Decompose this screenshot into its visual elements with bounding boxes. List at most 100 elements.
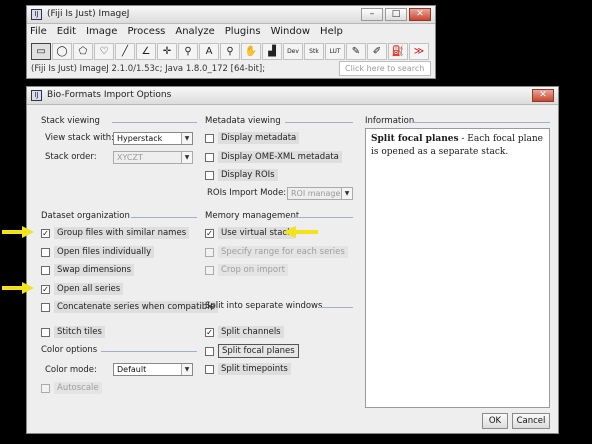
brush-tool[interactable]: ✐ (367, 43, 387, 60)
cancel-button[interactable]: Cancel (512, 413, 550, 429)
view-stack-with-select[interactable]: Hyperstack ▼ (113, 132, 193, 145)
search-input[interactable]: Click here to search (339, 61, 431, 76)
divider (319, 307, 353, 308)
dev-tool[interactable]: Dev (283, 43, 303, 60)
swap-dimensions-checkbox[interactable]: Swap dimensions (41, 264, 135, 276)
pencil-tool[interactable]: ✎ (346, 43, 366, 60)
bio-formats-dialog: IJ Bio-Formats Import Options ✕ Stack vi… (26, 86, 559, 434)
divider (131, 217, 197, 218)
crop-on-import-label: Crop on import (218, 264, 288, 276)
display-rois-checkbox[interactable]: Display ROIs (205, 169, 278, 181)
stitch-tiles-checkbox[interactable]: Stitch tiles (41, 326, 105, 338)
menu-file[interactable]: File (29, 26, 48, 37)
checkbox-unchecked (41, 247, 50, 257)
menu-process[interactable]: Process (126, 26, 166, 37)
autoscale-checkbox[interactable]: Autoscale (41, 382, 102, 394)
split-focal-planes-checkbox[interactable]: Split focal planes (205, 344, 299, 358)
line-tool[interactable]: ╱ (115, 43, 135, 60)
fiji-window-title: (Fiji Is Just) ImageJ (47, 9, 130, 19)
open-individually-label: Open files individually (54, 246, 155, 258)
checkbox-unchecked (205, 133, 214, 143)
chevron-down-icon: ▼ (181, 364, 192, 375)
wand-tool[interactable]: ⚲ (178, 43, 198, 60)
text-tool[interactable]: A (199, 43, 219, 60)
ok-button[interactable]: OK (482, 413, 508, 429)
view-stack-with-value: Hyperstack (117, 134, 163, 143)
fiji-titlebar[interactable]: IJ (Fiji Is Just) ImageJ – □ ✕ (27, 6, 435, 24)
point-tool[interactable]: ✛ (157, 43, 177, 60)
menu-window[interactable]: Window (270, 26, 311, 37)
group-files-checkbox[interactable]: ✓ Group files with similar names (41, 227, 190, 239)
minimize-icon[interactable]: – (361, 8, 383, 21)
open-all-series-checkbox[interactable]: ✓ Open all series (41, 283, 124, 295)
open-individually-checkbox[interactable]: Open files individually (41, 246, 155, 258)
crop-on-import-checkbox[interactable]: Crop on import (205, 264, 288, 276)
flood-fill-tool[interactable]: ⛽ (388, 43, 408, 60)
imagej-app-icon: IJ (31, 90, 42, 101)
annotation-arrow-open-all-series (2, 282, 34, 294)
annotation-arrow-group-files (2, 226, 34, 238)
chevron-down-icon: ▼ (341, 188, 352, 199)
split-channels-checkbox[interactable]: ✓ Split channels (205, 326, 284, 338)
split-timepoints-label: Split timepoints (218, 363, 291, 375)
freehand-tool[interactable]: ♡ (94, 43, 114, 60)
hand-tool[interactable]: ✋ (241, 43, 261, 60)
menu-edit[interactable]: Edit (56, 26, 77, 37)
checkbox-checked: ✓ (41, 284, 50, 294)
display-ome-xml-label: Display OME-XML metadata (218, 151, 342, 163)
divider (285, 122, 353, 123)
specify-range-checkbox[interactable]: Specify range for each series (205, 246, 348, 258)
fiji-status-text: (Fiji Is Just) ImageJ 2.1.0/1.53c; Java … (31, 64, 266, 74)
checkbox-checked: ✓ (41, 228, 50, 238)
checkbox-unchecked (41, 383, 50, 393)
display-ome-xml-checkbox[interactable]: Display OME-XML metadata (205, 151, 342, 163)
split-channels-label: Split channels (218, 326, 284, 338)
concatenate-series-checkbox[interactable]: Concatenate series when compatible (41, 301, 218, 313)
lut-tool[interactable]: LUT (325, 43, 345, 60)
polygon-tool[interactable]: ⬠ (73, 43, 93, 60)
information-panel: Split focal planes - Each focal plane is… (365, 128, 550, 408)
open-all-series-label: Open all series (54, 283, 124, 295)
concatenate-series-label: Concatenate series when compatible (54, 301, 218, 313)
color-mode-select[interactable]: Default ▼ (113, 363, 193, 376)
menu-image[interactable]: Image (85, 26, 118, 37)
split-windows-heading: Split into separate windows (205, 301, 323, 311)
more-tools[interactable]: ≫ (409, 43, 429, 60)
stitch-tiles-label: Stitch tiles (54, 326, 105, 338)
angle-tool[interactable]: ∠ (136, 43, 156, 60)
color-picker-tool[interactable]: ▟ (262, 43, 282, 60)
maximize-icon[interactable]: □ (385, 8, 407, 21)
rectangle-tool[interactable]: ▭ (31, 43, 51, 60)
checkbox-unchecked (205, 364, 214, 374)
roi-import-mode-value: ROI manager (291, 189, 344, 198)
swap-dimensions-label: Swap dimensions (54, 264, 135, 276)
menu-plugins[interactable]: Plugins (224, 26, 262, 37)
view-stack-with-label: View stack with: (45, 133, 115, 143)
autoscale-label: Autoscale (54, 382, 102, 394)
checkbox-checked: ✓ (205, 327, 214, 337)
display-rois-label: Display ROIs (218, 169, 278, 181)
chevron-down-icon: ▼ (181, 152, 192, 163)
stack-order-label: Stack order: (45, 152, 97, 162)
stk-tool[interactable]: Stk (304, 43, 324, 60)
dialog-titlebar[interactable]: IJ Bio-Formats Import Options ✕ (27, 87, 558, 105)
split-timepoints-checkbox[interactable]: Split timepoints (205, 363, 291, 375)
divider (289, 217, 353, 218)
close-icon[interactable]: ✕ (409, 8, 431, 21)
magnifier-tool[interactable]: ⚲ (220, 43, 240, 60)
dialog-title: Bio-Formats Import Options (47, 90, 172, 100)
stack-order-value: XYCZT (117, 153, 143, 162)
metadata-viewing-heading: Metadata viewing (205, 116, 281, 126)
menu-help[interactable]: Help (319, 26, 344, 37)
imagej-app-icon: IJ (31, 9, 42, 20)
memory-management-heading: Memory management (205, 211, 300, 221)
information-heading: Information (365, 116, 415, 126)
close-icon[interactable]: ✕ (532, 89, 554, 102)
display-metadata-checkbox[interactable]: Display metadata (205, 132, 300, 144)
roi-import-mode-select[interactable]: ROI manager ▼ (287, 187, 353, 200)
oval-tool[interactable]: ◯ (52, 43, 72, 60)
fiji-toolbar: ▭ ◯ ⬠ ♡ ╱ ∠ ✛ ⚲ A ⚲ ✋ ▟ Dev Stk LUT ✎ ✐ ⛽ ≫ (31, 43, 429, 60)
menu-analyze[interactable]: Analyze (174, 26, 215, 37)
chevron-down-icon: ▼ (181, 133, 192, 144)
stack-order-select[interactable]: XYCZT ▼ (113, 151, 193, 164)
